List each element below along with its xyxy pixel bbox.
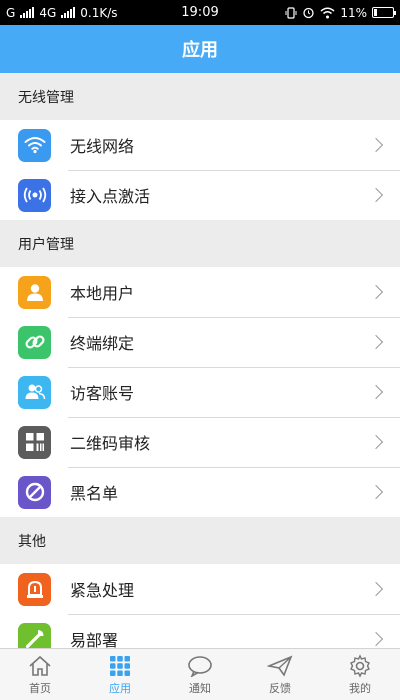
page-title: 应用 (182, 40, 218, 61)
nav-label: 应用 (109, 681, 131, 695)
home-icon (27, 654, 53, 678)
list-item-terminal-binding[interactable]: 终端绑定 (0, 317, 400, 367)
section-header-wireless: 无线管理 (0, 73, 400, 120)
guest-icon (18, 375, 51, 409)
chevron-right-icon (368, 284, 384, 300)
item-label: 访客账号 (70, 384, 135, 403)
battery-percent: 11% (340, 5, 367, 20)
alarm-clock-icon (303, 7, 314, 19)
item-label: 紧急处理 (70, 581, 135, 600)
access-point-icon (18, 178, 51, 212)
item-label: 接入点激活 (70, 187, 151, 206)
nav-profile[interactable]: 我的 (320, 649, 400, 700)
app-list[interactable]: 无线管理 无线网络 接入点激活 用户管理 本地用户 终端绑定 访客账号 二维码审… (0, 73, 400, 648)
link-icon (18, 325, 51, 359)
list-item-access-point[interactable]: 接入点激活 (0, 170, 400, 220)
carrier-label: G (6, 5, 16, 20)
signal-icon-2 (61, 7, 76, 18)
nav-feedback[interactable]: 反馈 (240, 649, 320, 700)
gear-icon (347, 653, 373, 678)
nav-apps[interactable]: 应用 (80, 649, 160, 700)
nav-notifications[interactable]: 通知 (160, 649, 240, 700)
list-item-emergency[interactable]: 紧急处理 (0, 564, 400, 614)
item-label: 黑名单 (70, 484, 119, 503)
chevron-right-icon (368, 484, 384, 500)
apps-grid-icon (107, 654, 133, 678)
section-header-users: 用户管理 (0, 220, 400, 267)
nav-label: 首页 (29, 681, 51, 695)
chevron-right-icon (368, 581, 384, 597)
wifi-icon (18, 128, 51, 162)
app-header: 应用 (0, 25, 400, 73)
chat-bubble-icon (187, 654, 213, 678)
list-item-guest-account[interactable]: 访客账号 (0, 367, 400, 417)
qr-code-icon (18, 425, 51, 459)
chevron-right-icon (368, 434, 384, 450)
chevron-right-icon (368, 187, 384, 203)
wifi-status-icon (320, 7, 335, 18)
chevron-right-icon (368, 631, 384, 647)
signal-icon (20, 7, 35, 18)
alarm-icon (18, 572, 51, 606)
item-label: 易部署 (70, 631, 119, 648)
network-speed: 0.1K/s (80, 5, 118, 20)
list-item-easy-deploy[interactable]: 易部署 (0, 614, 400, 648)
list-item-local-users[interactable]: 本地用户 (0, 267, 400, 317)
section-header-other: 其他 (0, 517, 400, 564)
block-icon (18, 475, 51, 509)
status-bar: G 4G 0.1K/s 19:09 11% (0, 0, 400, 25)
item-label: 本地用户 (70, 284, 135, 303)
bottom-nav: 首页 应用 通知 反馈 我的 (0, 648, 400, 700)
vibrate-icon (285, 6, 297, 19)
chevron-right-icon (368, 334, 384, 350)
nav-home[interactable]: 首页 (0, 649, 80, 700)
item-label: 二维码审核 (70, 434, 151, 453)
item-label: 终端绑定 (70, 334, 135, 353)
nav-label: 通知 (189, 681, 211, 695)
network-type: 4G (39, 5, 57, 20)
user-icon (18, 275, 51, 309)
nav-label: 反馈 (269, 681, 291, 695)
list-item-qr-review[interactable]: 二维码审核 (0, 417, 400, 467)
wrench-icon (18, 622, 51, 648)
paper-plane-icon (267, 654, 293, 678)
battery-icon (372, 7, 396, 18)
list-item-wireless-network[interactable]: 无线网络 (0, 120, 400, 170)
list-item-blacklist[interactable]: 黑名单 (0, 467, 400, 517)
chevron-right-icon (368, 137, 384, 153)
chevron-right-icon (368, 384, 384, 400)
item-label: 无线网络 (70, 137, 135, 156)
nav-label: 我的 (349, 681, 371, 695)
